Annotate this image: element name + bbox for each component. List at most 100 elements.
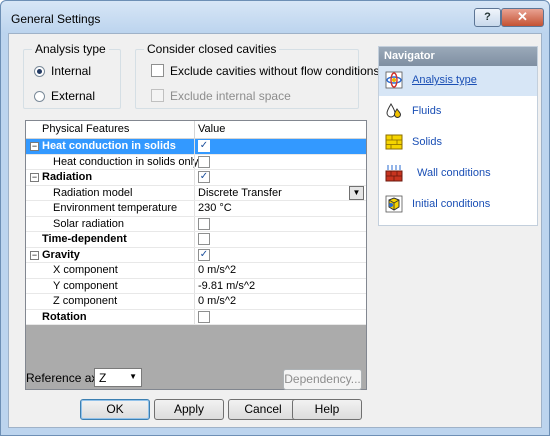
nav-item-solids[interactable]: Solids [379,128,537,158]
grid-value-checkbox[interactable]: ✓ [198,171,210,183]
navigator-title: Navigator [384,50,435,62]
grid-value-checkbox[interactable]: ✓ [198,140,210,152]
help-button[interactable]: Help [292,399,362,420]
grid-cell-divider [194,154,195,169]
navigator-header: Navigator [379,47,537,66]
dialog-body: Analysis type Internal External Consider… [8,33,542,428]
grid-value-checkbox[interactable] [198,310,210,323]
nav-item-analysis-type[interactable]: Analysis type [379,66,537,96]
nav-item-wall-conditions[interactable]: Wall conditions [379,159,537,189]
grid-value-checkbox[interactable] [198,233,210,245]
grid-row[interactable]: X component 0 m/s^2 [26,263,366,279]
fluids-icon [386,103,402,118]
grid-row-name: Radiation [42,171,93,183]
grid-cell-divider [194,185,195,200]
column-header-physical-features[interactable]: Physical Features [42,123,129,135]
grid-cell-divider [194,309,195,324]
grid-row-value[interactable]: 230 °C [198,202,232,214]
general-settings-dialog: General Settings ? ✕ Analysis type Inter… [0,0,550,436]
nav-label-analysis-type: Analysis type [412,74,477,86]
grid-row-value[interactable]: Discrete Transfer [198,187,282,199]
grid-cell-divider [194,263,195,278]
apply-button[interactable]: Apply [154,399,224,420]
nav-label-fluids: Fluids [412,105,442,117]
collapse-icon[interactable]: − [30,142,39,151]
column-divider[interactable] [194,121,195,138]
grid-cell-divider [194,232,195,247]
grid-value-checkbox[interactable] [198,217,210,230]
grid-row[interactable]: − Heat conduction in solids ✓ [26,139,366,155]
grid-cell-divider [194,216,195,231]
grid-row-value[interactable]: 0 m/s^2 [198,295,236,307]
analysis-type-group: Analysis type Internal External [23,42,121,109]
grid-row-value[interactable]: -9.81 m/s^2 [198,280,255,292]
exclude-cavities-label[interactable]: Exclude cavities without flow conditions [170,64,379,78]
grid-row[interactable]: Rotation [26,309,366,325]
grid-cell-divider [194,278,195,293]
grid-row[interactable]: − Gravity ✓ [26,247,366,263]
radio-external-label[interactable]: External [51,89,95,103]
exclude-cavities-checkbox[interactable] [151,64,164,77]
grid-row[interactable]: Time-dependent [26,232,366,248]
grid-cell-divider [194,294,195,309]
ok-button[interactable]: OK [80,399,150,420]
close-button[interactable]: ✕ [501,8,544,27]
grid-row-name: Radiation model [53,186,133,199]
grid-row-name: Rotation [42,310,87,323]
nav-item-fluids[interactable]: Fluids [379,97,537,127]
grid-row-name: Solar radiation [53,217,124,230]
collapse-icon[interactable]: − [30,250,39,260]
grid-row-name: Heat conduction in solids only [53,155,199,168]
reference-axis-value: Z [99,371,107,385]
title-bar[interactable]: General Settings ? ✕ [1,1,549,33]
cancel-button[interactable]: Cancel [228,399,298,420]
navigator-panel: Navigator Analysis type Fluids Solids Wa… [378,46,538,226]
reference-axis-select[interactable]: Z ▼ [94,368,142,387]
grid-row-name: Time-dependent [42,233,127,245]
closed-cavities-group-label: Consider closed cavities [144,42,280,56]
radio-external[interactable] [34,91,45,102]
dependency-button[interactable]: Dependency... [283,369,362,390]
solids-icon [385,134,403,150]
nav-label-wall-conditions: Wall conditions [417,167,491,179]
analysis-type-group-label: Analysis type [32,42,109,56]
grid-row[interactable]: − Radiation ✓ [26,170,366,186]
grid-row[interactable]: Solar radiation [26,216,366,232]
grid-cell-divider [194,139,195,154]
physical-features-grid: Physical Features Value − Heat conduction… [25,120,367,390]
grid-row-name: Y component [53,279,118,292]
grid-cell-divider [194,201,195,216]
grid-row-name: Heat conduction in solids [42,140,176,152]
grid-row-name: Z component [53,295,118,307]
initial-conditions-icon [385,195,403,213]
grid-header: Physical Features Value [26,121,366,139]
grid-cell-divider [194,170,195,185]
wall-conditions-icon [385,165,403,182]
help-title-button[interactable]: ? [474,8,501,27]
nav-label-solids: Solids [412,136,442,148]
window-title: General Settings [11,12,101,26]
nav-item-initial-conditions[interactable]: Initial conditions [379,190,537,220]
radio-internal[interactable] [34,66,45,77]
analysis-type-icon [385,71,403,89]
column-header-value[interactable]: Value [198,123,225,135]
grid-cell-divider [194,247,195,262]
exclude-internal-space-label: Exclude internal space [170,89,291,103]
grid-row-name: X component [53,264,118,276]
grid-row-value[interactable]: 0 m/s^2 [198,264,236,276]
grid-row-name: Gravity [42,248,80,261]
radio-internal-label[interactable]: Internal [51,64,91,78]
grid-value-checkbox[interactable]: ✓ [198,248,210,261]
grid-value-checkbox[interactable] [198,155,210,168]
exclude-internal-space-checkbox[interactable] [151,89,164,102]
nav-label-initial-conditions: Initial conditions [412,198,491,210]
grid-row[interactable]: Environment temperature 230 °C [26,201,366,217]
grid-row[interactable]: Radiation model Discrete Transfer ▼ [26,185,366,201]
grid-row-name: Environment temperature [53,202,178,214]
collapse-icon[interactable]: − [30,173,39,182]
grid-row[interactable]: Heat conduction in solids only [26,154,366,170]
grid-row[interactable]: Z component 0 m/s^2 [26,294,366,310]
dropdown-arrow-icon[interactable]: ▼ [349,185,364,200]
chevron-down-icon: ▼ [129,372,137,381]
grid-row[interactable]: Y component -9.81 m/s^2 [26,278,366,294]
